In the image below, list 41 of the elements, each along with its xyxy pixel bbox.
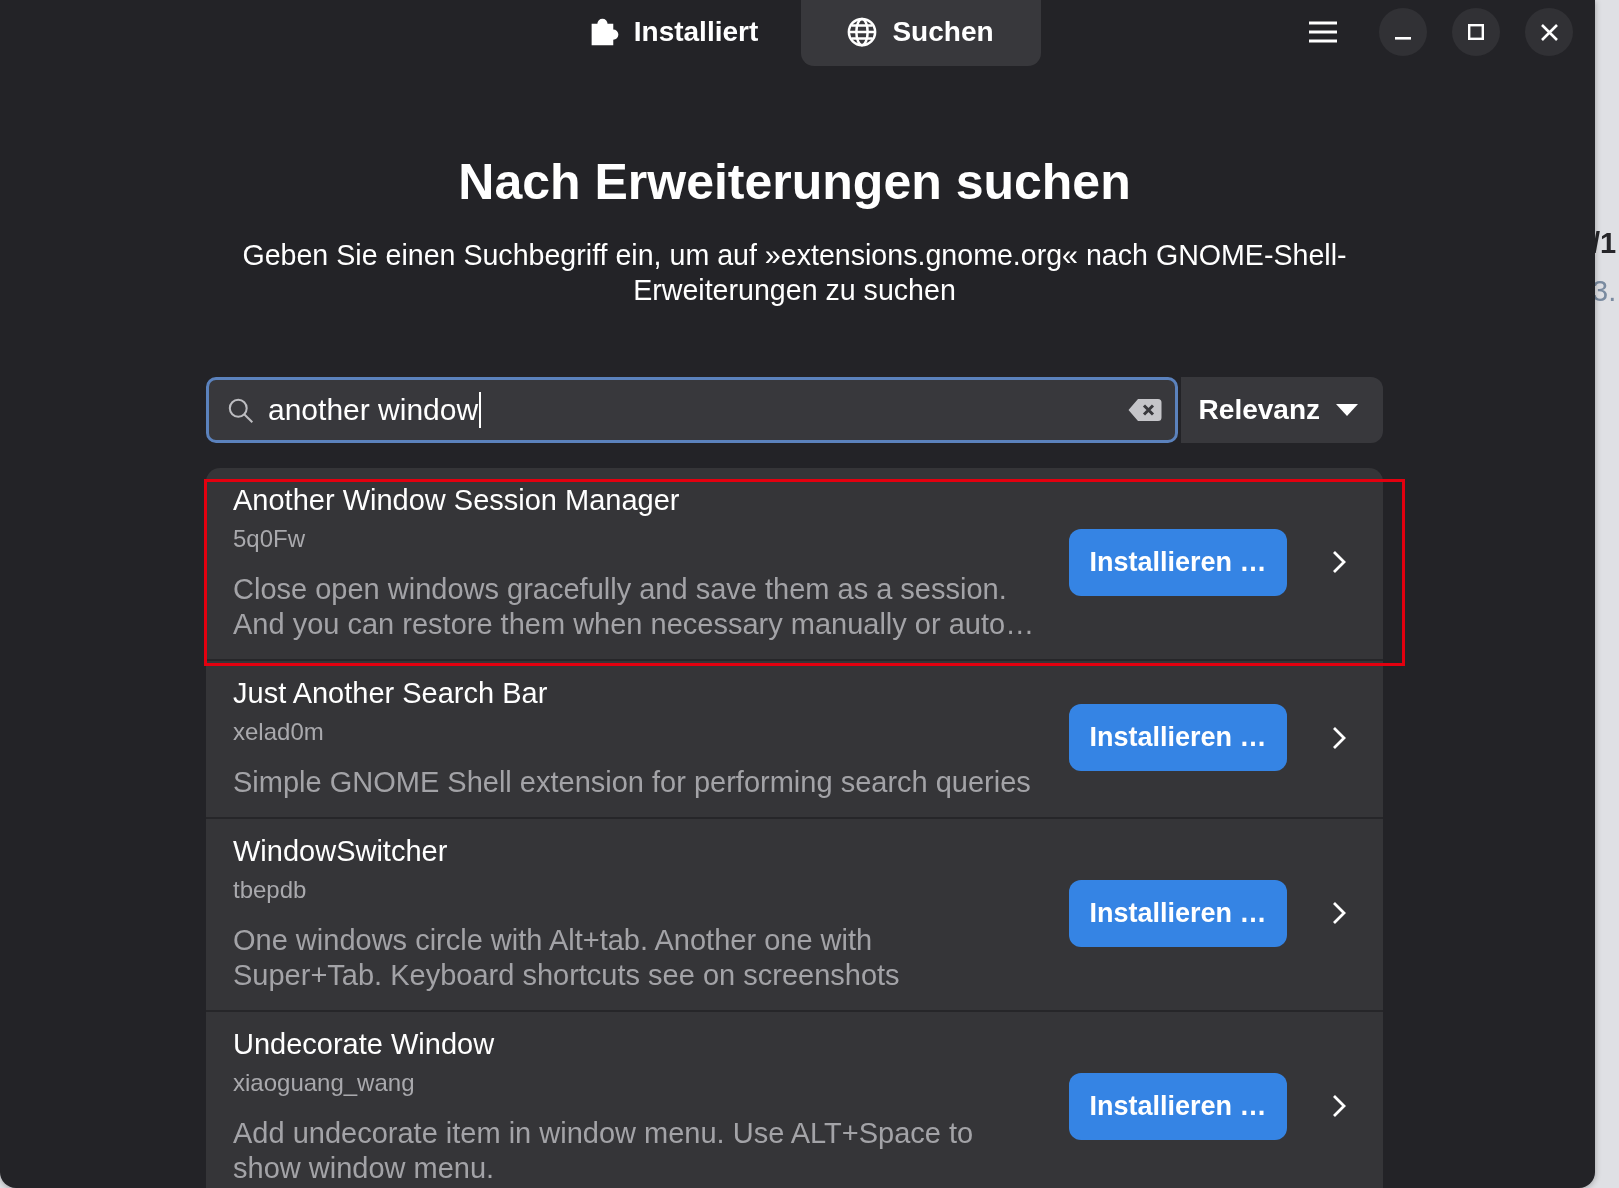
puzzle-icon (590, 17, 619, 46)
install-button[interactable]: Installieren … (1069, 528, 1287, 596)
result-row[interactable]: Undecorate Window xiaoguang_wang Add undecorate item in window menu. Use ALT+Space to show window menu. Installieren … (206, 1010, 1383, 1188)
menu-icon (1309, 21, 1337, 43)
extension-author: xelad0m (233, 717, 324, 747)
sort-dropdown[interactable]: Relevanz (1180, 377, 1383, 443)
extension-description: Close open windows gracefully and save them as a session. And you can restore them when necessary manually or auto… (233, 572, 1035, 642)
maximize-button[interactable] (1452, 8, 1500, 56)
extension-description: Add undecorate item in window menu. Use ALT+Space to show window menu. (233, 1116, 974, 1186)
search-field[interactable]: another window (206, 377, 1178, 443)
extension-author: xiaoguang_wang (233, 1068, 415, 1098)
install-button[interactable]: Installieren … (1069, 704, 1287, 771)
page-title: Nach Erweiterungen suchen (458, 153, 1131, 212)
install-button[interactable]: Installieren … (1069, 879, 1287, 947)
maximize-icon (1468, 24, 1484, 40)
extension-description: One windows circle with Alt+tab. Another one with Super+Tab. Keyboard shortcuts see on screenshots (233, 923, 900, 993)
chevron-icon (1332, 1094, 1346, 1118)
chevron-icon (1332, 901, 1346, 925)
install-button[interactable]: Installieren … (1069, 1072, 1287, 1140)
extension-name: Just Another Search Bar (233, 676, 548, 711)
result-row[interactable]: WindowSwitcher tbepdb One windows circle with Alt+tab. Another one with Super+Tab. Keyboard shortcuts see on screenshots Installieren … (206, 817, 1383, 1010)
close-icon (1540, 23, 1558, 41)
extension-author: tbepdb (233, 875, 307, 905)
extension-author: 5q0Fw (233, 524, 306, 554)
extension-name: Undecorate Window (233, 1027, 495, 1062)
globe-icon (847, 16, 878, 47)
close-button[interactable] (1525, 8, 1573, 56)
chevron-icon (1332, 550, 1346, 574)
caret-icon (1336, 404, 1358, 416)
search-icon (227, 396, 254, 424)
extension-description: Simple GNOME Shell extension for performing search queries (233, 765, 1031, 800)
chevron-icon (1332, 725, 1346, 750)
minimize-button[interactable] (1379, 8, 1427, 56)
tab[interactable]: Suchen (800, 0, 1041, 66)
extension-name: WindowSwitcher (233, 834, 448, 869)
minimize-icon (1395, 36, 1411, 40)
tab[interactable]: Installiert (554, 0, 795, 66)
clear-icon[interactable] (1127, 398, 1162, 422)
extension-name: Another Window Session Manager (233, 483, 680, 518)
page-subtitle: Geben Sie einen Suchbegriff ein, um auf »extensions.gnome.org« nach GNOME-Shell-Erweiterungen zu suchen (241, 238, 1348, 308)
result-row[interactable]: Just Another Search Bar xelad0m Simple GNOME Shell extension for performing search queries Installieren … (206, 659, 1383, 817)
